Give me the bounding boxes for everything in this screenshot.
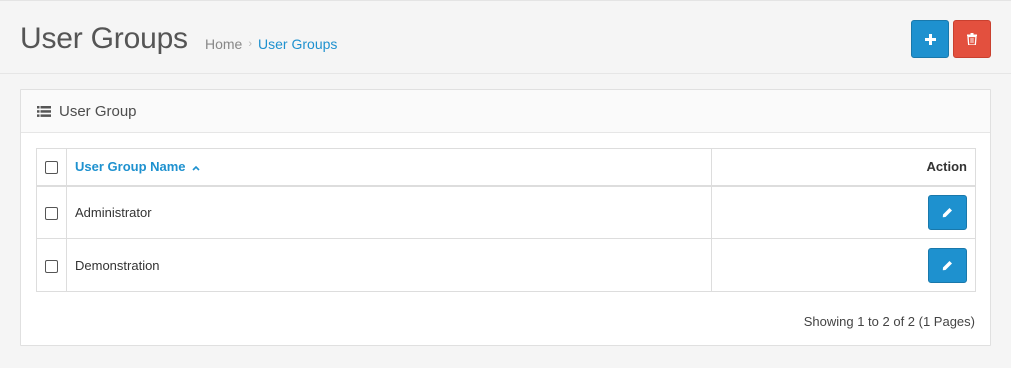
panel-title: User Group: [59, 102, 137, 120]
table-header-row: User Group Name Action: [36, 148, 976, 187]
list-icon: [37, 105, 51, 117]
user-groups-table: User Group Name Action Administrator Dem…: [36, 148, 976, 292]
pencil-icon: [942, 260, 952, 270]
page-title: User Groups: [20, 22, 188, 55]
column-name-label[interactable]: User Group Name: [75, 159, 186, 174]
sort-ascending-icon: [192, 165, 200, 171]
row-action-cell: [711, 238, 976, 292]
row-select-cell: [36, 238, 67, 292]
plus-icon: [924, 33, 936, 45]
select-all-cell: [36, 148, 67, 187]
column-header-action: Action: [711, 148, 976, 187]
delete-button[interactable]: [953, 20, 991, 58]
row-select-cell: [36, 185, 67, 239]
page-header: User Groups Home › User Groups: [0, 0, 1011, 74]
table-row: Administrator: [36, 185, 976, 239]
edit-button[interactable]: [928, 247, 967, 283]
column-header-name[interactable]: User Group Name: [66, 148, 712, 187]
breadcrumb-home[interactable]: Home: [205, 36, 242, 52]
user-group-panel: User Group User Group Name Action Admini…: [20, 89, 991, 346]
edit-button[interactable]: [928, 194, 967, 230]
table-row: Demonstration: [36, 238, 976, 292]
breadcrumb-user-groups[interactable]: User Groups: [258, 36, 337, 52]
row-name: Demonstration: [66, 238, 712, 292]
trash-icon: [967, 33, 977, 45]
pencil-icon: [942, 207, 952, 217]
add-button[interactable]: [911, 20, 949, 58]
select-all-checkbox[interactable]: [45, 161, 58, 175]
panel-heading: User Group: [21, 90, 990, 133]
row-name: Administrator: [66, 185, 712, 239]
pagination-summary: Showing 1 to 2 of 2 (1 Pages): [803, 314, 975, 329]
row-action-cell: [711, 185, 976, 239]
row-checkbox[interactable]: [45, 259, 58, 273]
breadcrumb: Home › User Groups: [205, 36, 337, 52]
row-checkbox[interactable]: [45, 206, 58, 220]
breadcrumb-separator: ›: [248, 38, 253, 50]
